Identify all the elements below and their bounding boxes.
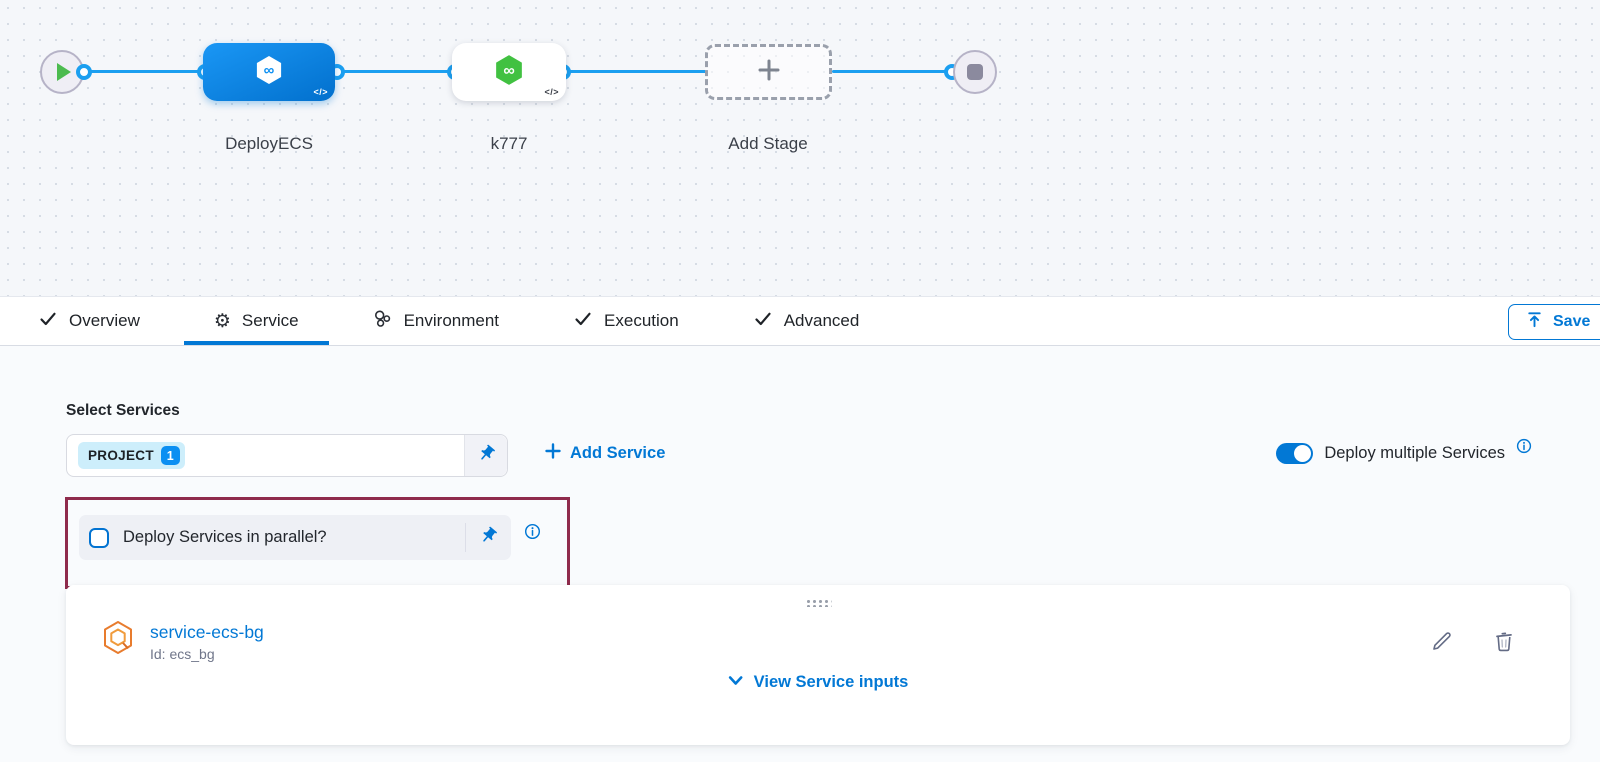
save-button[interactable]: Save: [1508, 304, 1600, 340]
check-icon: [573, 309, 593, 334]
check-icon: [753, 309, 773, 334]
plus-icon: [545, 443, 561, 464]
toggle-knob: [1294, 445, 1311, 462]
pipeline-end-node: [953, 50, 997, 94]
yaml-code-badge: </>: [313, 87, 328, 97]
connector-port[interactable]: [76, 64, 92, 80]
harness-cd-icon: ∞: [253, 54, 285, 91]
stage-tabs-bar: Overview ⚙ Service Environment Execution: [0, 296, 1600, 346]
edit-service-button[interactable]: [1430, 629, 1454, 658]
pipeline-canvas[interactable]: ∞ </> ∞ </> DeployECS: [0, 0, 1600, 296]
info-icon[interactable]: [1516, 438, 1532, 459]
selected-service-chip[interactable]: PROJECT 1: [78, 442, 185, 469]
tab-overview[interactable]: Overview: [8, 297, 170, 345]
deploy-parallel-field: Deploy Services in parallel?: [79, 515, 511, 560]
deploy-parallel-label: Deploy Services in parallel?: [123, 528, 465, 547]
highlight-annotation: Deploy Services in parallel?: [65, 497, 570, 589]
upload-icon: [1525, 310, 1544, 334]
delete-service-button[interactable]: [1492, 629, 1516, 658]
environment-icon: [373, 309, 393, 334]
service-id-text: Id: ecs_bg: [150, 646, 215, 662]
active-tab-underline: [184, 341, 329, 345]
deploy-multiple-label: Deploy multiple Services: [1324, 444, 1505, 463]
tab-advanced[interactable]: Advanced: [723, 297, 890, 345]
add-stage-button[interactable]: [705, 44, 832, 100]
chevron-down-icon: [728, 673, 744, 692]
deploy-parallel-checkbox[interactable]: [89, 528, 109, 548]
services-multiselect-input[interactable]: PROJECT 1: [66, 434, 508, 477]
tab-label: Advanced: [784, 311, 860, 331]
stage-label: DeployECS: [169, 134, 369, 154]
pipeline-stage-editor: ∞ </> ∞ </> DeployECS: [0, 0, 1600, 762]
gear-icon: ⚙: [214, 312, 231, 331]
select-services-label: Select Services: [66, 402, 180, 420]
tab-label: Execution: [604, 311, 679, 331]
stage-label: k777: [409, 134, 609, 154]
tab-environment[interactable]: Environment: [343, 297, 529, 345]
tab-execution[interactable]: Execution: [543, 297, 709, 345]
drag-handle[interactable]: [805, 598, 832, 607]
pin-runtime-input-button[interactable]: [466, 526, 511, 550]
stage-node-deployecs[interactable]: ∞ </>: [203, 43, 335, 101]
check-icon: [38, 309, 58, 334]
connector-line: [563, 70, 708, 73]
service-card: service-ecs-bg Id: ecs_bg Vie: [66, 585, 1570, 745]
add-service-label: Add Service: [570, 444, 665, 463]
svg-text:∞: ∞: [264, 62, 275, 79]
pin-icon: [479, 526, 498, 550]
harness-cd-icon: ∞: [492, 53, 526, 92]
stage-label: Add Stage: [668, 134, 868, 154]
chip-count-badge: 1: [161, 446, 180, 465]
connector-line: [832, 70, 954, 73]
info-icon[interactable]: [524, 523, 541, 545]
service-name-link[interactable]: service-ecs-bg: [150, 622, 264, 643]
view-service-inputs-link[interactable]: View Service inputs: [728, 673, 909, 692]
tab-label: Overview: [69, 311, 140, 331]
svg-text:∞: ∞: [503, 62, 514, 79]
save-button-label: Save: [1553, 313, 1590, 331]
add-service-button[interactable]: Add Service: [545, 443, 665, 464]
deploy-multiple-toggle[interactable]: [1276, 443, 1313, 464]
play-icon: [57, 63, 71, 81]
service-tab-panel: Select Services PROJECT 1 Add Service: [0, 346, 1600, 762]
tab-label: Environment: [404, 311, 499, 331]
pin-runtime-input-button[interactable]: [464, 435, 507, 476]
connector-line: [84, 70, 207, 73]
connector-line: [337, 70, 457, 73]
service-hexagon-icon: [100, 619, 136, 662]
chip-label: PROJECT: [88, 448, 154, 463]
stop-icon: [967, 64, 983, 80]
deploy-multiple-services-group: Deploy multiple Services: [1276, 443, 1532, 464]
stage-node-k777[interactable]: ∞ </>: [452, 43, 566, 101]
pin-icon: [477, 444, 496, 468]
plus-icon: [756, 57, 782, 88]
tab-service[interactable]: ⚙ Service: [184, 297, 329, 345]
yaml-code-badge: </>: [544, 87, 559, 97]
view-inputs-label: View Service inputs: [754, 673, 909, 692]
tab-label: Service: [242, 311, 299, 331]
